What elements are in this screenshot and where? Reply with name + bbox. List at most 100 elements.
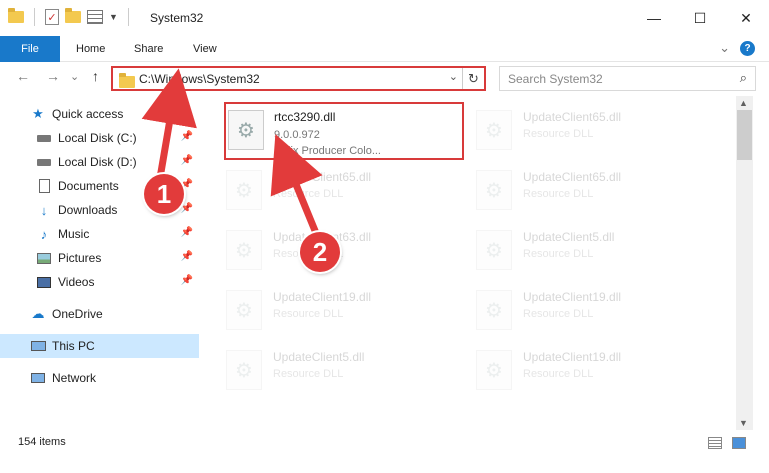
status-bar: 154 items [0,430,769,458]
file-name: UpdateClient65.dll [273,170,372,184]
properties-check-icon[interactable]: ✓ [45,9,59,25]
forward-button[interactable]: → [46,68,60,84]
tab-share[interactable]: Share [134,36,163,62]
file-name: UpdateClient65.dll [523,170,622,184]
pin-icon[interactable]: 📌 [181,227,193,238]
file-tile-rtcc3290[interactable]: ⚙ rtcc3290.dll 9.0.0.972 Helix Producer … [224,102,464,160]
file-description: Resource DLL [273,188,344,200]
expand-ribbon-icon[interactable]: ⌄ [719,40,730,56]
downloads-icon: ↓ [40,202,48,218]
pin-icon[interactable]: 📌 [181,203,193,214]
tab-view[interactable]: View [193,36,217,62]
address-bar[interactable]: C:\Windows\System32 ⌄ ↻ [111,66,486,91]
dll-file-icon: ⚙ [228,110,264,150]
window-controls: — ☐ ✕ [631,0,769,36]
file-tile[interactable]: ⚙ UpdateClient19.dll Resource DLL [456,340,696,398]
sidebar-item-quick-access[interactable]: ★ Quick access [0,102,199,126]
address-path[interactable]: C:\Windows\System32 [139,72,260,86]
file-name: UpdateClient19.dll [273,290,372,304]
documents-icon [36,179,52,193]
search-icon[interactable]: ⌕ [740,70,747,86]
customize-toolbar-chevron-icon[interactable]: ▼ [109,12,118,22]
up-button[interactable]: ↑ [92,68,99,84]
tab-home[interactable]: Home [76,36,105,62]
sidebar-item-local-disk-c[interactable]: Local Disk (C:) 📌 [0,126,199,150]
file-tile[interactable]: ⚙ UpdateClient65.dll Resource DLL [206,160,446,218]
file-name: UpdateClient19.dll [523,350,622,364]
refresh-button[interactable]: ↻ [462,68,484,89]
sidebar-item-videos[interactable]: Videos 📌 [0,270,199,294]
recent-locations-button[interactable]: ⌄ [70,70,79,83]
close-button[interactable]: ✕ [723,0,769,36]
sidebar-item-label: This PC [52,339,95,353]
file-tile[interactable]: ⚙ UpdateClient5.dll Resource DLL [206,340,446,398]
sidebar-item-this-pc[interactable]: This PC [0,334,199,358]
file-description: Resource DLL [523,368,594,380]
back-button[interactable]: ← [16,68,30,84]
sidebar-item-label: Network [52,371,97,385]
toolbar-divider [127,8,129,26]
minimize-button[interactable]: — [631,0,677,36]
file-name: UpdateClient5.dll [523,230,615,244]
sidebar-item-music[interactable]: ♪ Music 📌 [0,222,199,246]
step-2-badge: 2 [300,232,340,272]
drive-icon [36,131,52,145]
file-tile[interactable]: ⚙ UpdateClient65.dll Resource DLL [456,100,696,158]
sidebar-item-label: Downloads [58,203,118,217]
dll-file-icon: ⚙ [226,230,262,270]
toolbar-divider [34,8,35,26]
quick-access-toolbar: ✓ ▼ [8,8,133,26]
scroll-up-icon[interactable]: ▲ [739,98,748,108]
pictures-icon [36,251,52,265]
properties-list-icon[interactable] [87,10,103,24]
sidebar-item-network[interactable]: Network [0,366,199,390]
star-icon: ★ [32,106,44,121]
file-name: UpdateClient65.dll [523,110,622,124]
pin-icon[interactable]: 📌 [181,251,193,262]
sidebar-item-local-disk-d[interactable]: Local Disk (D:) 📌 [0,150,199,174]
file-tile[interactable]: ⚙ UpdateClient5.dll Resource DLL [456,220,696,278]
sidebar-item-label: Quick access [52,107,124,121]
maximize-button[interactable]: ☐ [677,0,723,36]
step-1-badge: 1 [144,174,184,214]
computer-icon [30,339,46,353]
address-dropdown-icon[interactable]: ⌄ [449,70,458,83]
large-icons-view-icon[interactable] [732,437,746,449]
file-tile[interactable]: ⚙ UpdateClient19.dll Resource DLL [456,280,696,338]
pin-icon[interactable]: 📌 [181,275,193,286]
tab-file[interactable]: File [0,36,60,62]
pin-icon[interactable]: 📌 [181,131,193,142]
file-description: Resource DLL [523,128,594,140]
ribbon-right-controls: ⌄ ? [719,40,755,56]
sidebar-item-label: Local Disk (D:) [58,155,137,169]
dll-file-icon: ⚙ [226,170,262,210]
file-name: UpdateClient19.dll [523,290,622,304]
sidebar-item-label: Videos [58,275,95,289]
music-icon: ♪ [40,226,48,242]
sidebar-item-label: Local Disk (C:) [58,131,137,145]
scrollbar-thumb[interactable] [737,110,752,160]
sidebar-item-onedrive[interactable]: ☁ OneDrive [0,302,199,326]
file-list: ⚙ rtcc3290.dll 9.0.0.972 Helix Producer … [206,96,736,426]
cloud-icon: ☁ [31,306,45,321]
item-count: 154 items [18,436,66,448]
scroll-down-icon[interactable]: ▼ [739,418,748,428]
new-folder-icon[interactable] [65,8,81,23]
title-bar: ✓ ▼ System32 — ☐ ✕ [0,0,769,36]
sidebar-item-pictures[interactable]: Pictures 📌 [0,246,199,270]
file-description: Resource DLL [523,188,594,200]
file-tile[interactable]: ⚙ UpdateClient65.dll Resource DLL [456,160,696,218]
sidebar-item-label: Documents [58,179,119,193]
file-version: 9.0.0.972 [274,129,320,141]
vertical-scrollbar[interactable]: ▲ ▼ [736,96,753,430]
videos-icon [36,275,52,289]
search-input[interactable]: Search System32 ⌕ [499,66,756,91]
folder-icon [119,73,135,88]
help-icon[interactable]: ? [740,40,755,56]
details-view-icon[interactable] [708,437,722,449]
pin-icon[interactable]: 📌 [181,155,193,166]
dll-file-icon: ⚙ [226,290,262,330]
file-tile[interactable]: ⚙ UpdateClient19.dll Resource DLL [206,280,446,338]
file-name: UpdateClient5.dll [273,350,365,364]
file-description: Resource DLL [523,248,594,260]
